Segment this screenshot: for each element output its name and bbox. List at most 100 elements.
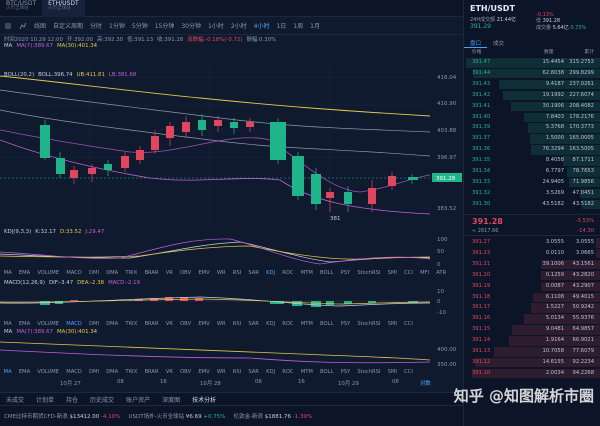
indicator-tab-smi[interactable]: SMI (384, 321, 401, 327)
indicator-tab-ema[interactable]: EMA (15, 270, 34, 276)
indicator-tab-dmi[interactable]: DMI (85, 270, 102, 276)
period-1w[interactable]: 1周 (293, 21, 303, 30)
indicator-tab-mtm[interactable]: MTM (297, 321, 316, 327)
ticker-item[interactable]: CME比特币期货CFD-新浪 $13412.00 -4.10% (4, 412, 121, 420)
macd-label[interactable]: MACD(12,26,9) (4, 280, 45, 286)
log-scale-toggle[interactable]: 对数 (420, 379, 431, 387)
indicator-tab-boll[interactable]: BOLL (316, 369, 337, 375)
ask-row[interactable]: 391.20 0.1259 43.2820 (464, 270, 600, 281)
indicator-tab-volume[interactable]: VOLUME (34, 270, 63, 276)
indicator-tab-dmi[interactable]: DMI (85, 321, 102, 327)
indicator-tab-dma[interactable]: DMA (103, 270, 122, 276)
tab-btc-usdt[interactable]: BTC/USDT 火币全球站 (0, 0, 42, 17)
indicator-tab-cci[interactable]: CCI (401, 321, 417, 327)
ask-row[interactable]: 391.23 0.0110 3.0665 (464, 248, 600, 259)
ask-row[interactable]: 391.15 9.0481 64.9857 (464, 325, 600, 335)
indicator-tab-macd[interactable]: MACD (63, 270, 86, 276)
indicator-tab-ma[interactable]: MA (0, 369, 15, 375)
indicator-tab-cci[interactable]: CCI (401, 270, 417, 276)
period-1mo[interactable]: 1月 (310, 21, 320, 30)
indicator-tab-mtm[interactable]: MTM (297, 270, 316, 276)
indicator-tab-sar[interactable]: SAR (245, 270, 263, 276)
ma-label[interactable]: MA (4, 43, 12, 49)
indicator-tab-dmi[interactable]: DMI (85, 369, 102, 375)
indicator-tab-sar[interactable]: SAR (245, 321, 263, 327)
bid-row[interactable]: 391.40 7.8403 178.2176 (464, 112, 600, 122)
tab-account-assets[interactable]: 账户资产 (120, 395, 156, 404)
indicator-tab-rsi[interactable]: RSI (229, 321, 245, 327)
bid-row[interactable]: 391.35 8.4058 87.1711 (464, 156, 600, 166)
indicator-tab-smi[interactable]: SMI (384, 369, 401, 375)
indicator-tab-obv[interactable]: OBV (177, 369, 195, 375)
period-2h[interactable]: 2小时 (231, 21, 247, 30)
indicator-tab-emv[interactable]: EMV (195, 321, 214, 327)
custom-period-button[interactable]: 自定义周期 (53, 21, 83, 30)
indicator-tab-brar[interactable]: BRAR (141, 321, 162, 327)
bid-row[interactable]: 391.39 5.3768 170.3773 (464, 123, 600, 133)
indicator-tab-mtm[interactable]: MTM (297, 369, 316, 375)
period-30m[interactable]: 30分钟 (181, 21, 201, 30)
tab-orderbook[interactable]: 盘口 (464, 39, 488, 48)
indicator-tab-rsi[interactable]: RSI (229, 270, 245, 276)
indicator-tab-mfi[interactable]: MFI (416, 270, 432, 276)
tab-trade-history[interactable]: 历史成交 (84, 395, 120, 404)
indicator-tab-macd[interactable]: MACD (63, 321, 86, 327)
indicator-tab-obv[interactable]: OBV (177, 321, 195, 327)
period-1d[interactable]: 1日 (276, 21, 286, 30)
tab-depth-chart[interactable]: 深度图 (156, 395, 186, 404)
indicator-tab-stochrsi[interactable]: StochRSI (354, 270, 384, 276)
indicator-tab-kdj[interactable]: KDJ (263, 369, 279, 375)
kdj-chart[interactable]: 100 50 0 (0, 236, 463, 268)
indicator-tab-macd[interactable]: MACD (63, 369, 86, 375)
bid-row[interactable]: 391.44 62.8038 299.8299 (464, 68, 600, 79)
indicator-tab-wr[interactable]: WR (213, 321, 229, 327)
indicator-tab-cci[interactable]: CCI (401, 369, 417, 375)
indicator-tab-stochrsi[interactable]: StochRSI (354, 369, 384, 375)
ask-row[interactable]: 391.21 39.1006 43.1561 (464, 259, 600, 270)
indicator-tab-emv[interactable]: EMV (195, 369, 214, 375)
indicator-tab-ma[interactable]: MA (0, 321, 15, 327)
indicator-tab-emv[interactable]: EMV (195, 270, 214, 276)
indicator-tab-roc[interactable]: ROC (279, 369, 298, 375)
indicator-tab-boll[interactable]: BOLL (316, 321, 337, 327)
ask-row[interactable]: 391.17 1.5227 50.9242 (464, 303, 600, 313)
bid-row[interactable]: 391.33 24.9405 71.9856 (464, 177, 600, 188)
period-4h[interactable]: 4小时 (254, 21, 270, 30)
indicator-tab-ema[interactable]: EMA (15, 321, 34, 327)
macd-chart[interactable]: 10 0 -10 (0, 287, 463, 319)
indicator-tab-volume[interactable]: VOLUME (34, 369, 63, 375)
tab-plan-orders[interactable]: 计划单 (30, 395, 60, 404)
indicator-tab-kdj[interactable]: KDJ (263, 270, 279, 276)
indicator-tab-smi[interactable]: SMI (384, 270, 401, 276)
bid-row[interactable]: 391.37 1.5000 165.0005 (464, 134, 600, 144)
ask-row[interactable]: 391.27 3.0555 3.0555 (464, 238, 600, 248)
tab-trades[interactable]: 成交 (487, 39, 510, 47)
bid-row[interactable]: 391.32 3.5269 47.0451 (464, 188, 600, 199)
ma-chart[interactable]: 400.00 350.00 (0, 336, 463, 368)
ask-row[interactable]: 391.18 6.1108 49.4015 (464, 292, 600, 302)
indicator-tab-psy[interactable]: PSY (337, 369, 354, 375)
tab-positions[interactable]: 持仓 (60, 395, 84, 404)
bid-row[interactable]: 391.34 6.7797 78.7653 (464, 167, 600, 177)
indicator-icon[interactable] (19, 22, 27, 30)
candlestick-chart[interactable]: 381 418.04 410.90 403.88 396.97 383.52 3… (0, 60, 463, 228)
period-1m[interactable]: 1分钟 (109, 21, 125, 30)
indicator-tab-vr[interactable]: VR (162, 369, 176, 375)
pair-title[interactable]: ETH/USDT (470, 4, 515, 13)
bid-row[interactable]: 391.41 30.1906 208.4082 (464, 101, 600, 112)
period-1h[interactable]: 1小时 (208, 21, 224, 30)
indicator-tab-kdj[interactable]: KDJ (263, 321, 279, 327)
indicator-tab-stochrsi[interactable]: StochRSI (354, 321, 384, 327)
bid-row[interactable]: 391.30 43.5182 43.5182 (464, 199, 600, 210)
ask-row[interactable]: 391.10 2.0034 94.2268 (464, 368, 600, 379)
bid-row[interactable]: 391.43 9.4187 237.0261 (464, 79, 600, 90)
indicator-tab-obv[interactable]: OBV (177, 270, 195, 276)
indicator-tab-dma[interactable]: DMA (103, 369, 122, 375)
kdj-label[interactable]: KDJ(9,3,3) (4, 229, 31, 235)
ask-row[interactable]: 391.12 14.6155 92.2234 (464, 357, 600, 368)
ticker-item[interactable]: USDT场外-火币全球站 ¥6.69 +0.75% (129, 412, 226, 420)
bid-row[interactable]: 391.47 15.4454 315.2753 (464, 58, 600, 68)
ask-row[interactable]: 391.19 0.0087 43.2907 (464, 281, 600, 292)
indicator-tab-brar[interactable]: BRAR (141, 369, 162, 375)
indicator-tab-vr[interactable]: VR (162, 270, 176, 276)
